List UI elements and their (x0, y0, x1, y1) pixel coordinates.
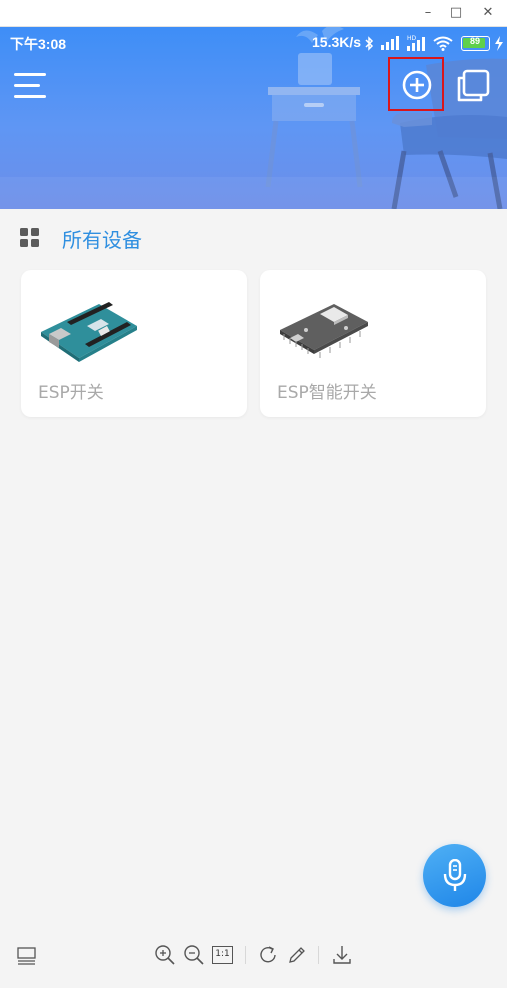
download-icon[interactable] (331, 944, 353, 966)
toolbar-divider (245, 946, 246, 964)
battery-icon: 89 (461, 36, 490, 51)
copy-icon (457, 69, 490, 102)
zoom-in-icon[interactable] (154, 944, 176, 966)
device-card-esp-smart-switch[interactable]: ESP智能开关 (260, 270, 486, 417)
wifi-icon (433, 36, 453, 51)
edit-icon[interactable] (286, 944, 308, 966)
rotate-icon[interactable] (257, 944, 279, 966)
furniture-illustration (0, 27, 507, 209)
status-network-speed: 15.3K/s (312, 34, 362, 50)
menu-icon (14, 73, 46, 76)
bluetooth-icon (365, 36, 374, 51)
charging-icon (495, 36, 503, 51)
actual-size-icon[interactable]: 1:1 (212, 946, 233, 964)
close-button[interactable]: ✕ (478, 4, 498, 22)
section-title: 所有设备 (62, 228, 142, 252)
status-time: 下午3:08 (10, 36, 67, 52)
voice-button[interactable] (423, 844, 486, 907)
device-label: ESP开关 (38, 383, 104, 403)
add-circle-icon (402, 70, 432, 100)
microphone-icon (443, 859, 467, 891)
svg-text:HD: HD (407, 35, 417, 42)
zoom-out-icon[interactable] (183, 944, 205, 966)
grid-icon (20, 228, 39, 247)
panel-icon[interactable] (16, 944, 38, 966)
add-device-button[interactable] (388, 57, 444, 111)
signal-icon (381, 36, 399, 50)
menu-icon-line (14, 84, 40, 87)
esp-module-icon (280, 304, 368, 358)
menu-button[interactable] (14, 71, 48, 101)
minimize-button[interactable]: – (418, 4, 438, 22)
hd-signal-icon: HD (407, 35, 425, 51)
maximize-button[interactable]: □ (446, 4, 466, 22)
toolbar-divider (318, 946, 319, 964)
window-title-bar: – □ ✕ (0, 0, 507, 27)
menu-icon-line (14, 95, 46, 98)
arduino-board-icon (41, 302, 137, 362)
device-label: ESP智能开关 (277, 383, 377, 403)
viewer-toolbar: 1:1 (0, 936, 507, 976)
header-banner: 下午3:08 15.3K/s HD 89 (0, 27, 507, 209)
device-card-esp-switch[interactable]: ESP开关 (21, 270, 247, 417)
battery-level: 89 (469, 36, 480, 46)
scene-button[interactable] (456, 69, 490, 103)
